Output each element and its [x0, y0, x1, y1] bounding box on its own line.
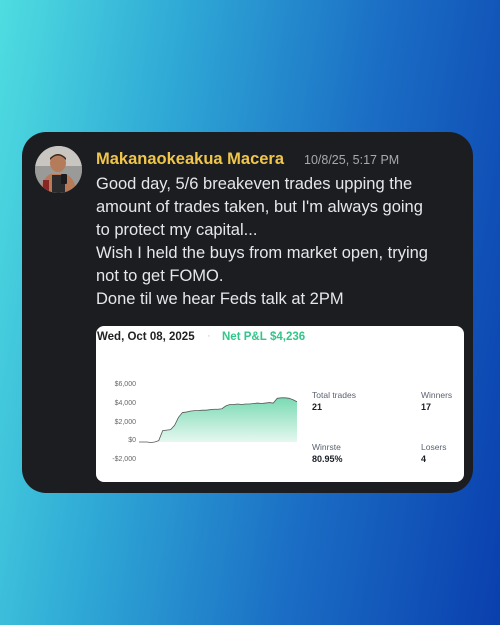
message-line: Wish I held the buys from market open, t…	[96, 244, 428, 262]
message-line: Good day, 5/6 breakeven trades upping th…	[96, 175, 413, 193]
timestamp: 10/8/25, 5:17 PM	[304, 153, 400, 167]
winners-label: Winners	[421, 390, 453, 400]
cumulative-pnl-chart	[139, 397, 298, 443]
losers-label: Losers	[421, 442, 447, 452]
message-body: Good day, 5/6 breakeven trades upping th…	[96, 173, 471, 311]
y-tick-label: $6,000	[114, 381, 136, 388]
pnl-screenshot-attachment[interactable]: Wed, Oct 08, 2025 · Net P&L $4,236 $6,00…	[96, 326, 464, 482]
winrate-label: Winrste	[312, 442, 341, 452]
message-line: amount of trades taken, but I'm always g…	[96, 198, 423, 216]
winrate-value: 80.95%	[312, 454, 343, 464]
message-line: to protect my capital...	[96, 221, 258, 239]
losers-value: 4	[421, 454, 427, 464]
y-tick-label: $0	[128, 437, 136, 444]
total-trades-value: 21	[312, 402, 323, 412]
avatar-photo	[35, 146, 82, 193]
separator-dot: ·	[207, 330, 211, 342]
winners-value: 17	[421, 402, 432, 412]
net-pnl-value: $4,236	[270, 331, 306, 343]
user-avatar[interactable]	[35, 146, 82, 193]
y-tick-label: -$2,000	[112, 456, 136, 463]
username[interactable]: Makanaokeakua Macera	[96, 150, 284, 169]
net-pnl-label: Net P&L	[222, 331, 267, 343]
total-trades-label: Total trades	[312, 390, 356, 400]
message-line: Done til we hear Feds talk at 2PM	[96, 290, 344, 308]
message-line: not to get FOMO.	[96, 267, 224, 285]
y-tick-label: $4,000	[114, 400, 136, 407]
y-tick-label: $2,000	[114, 419, 136, 426]
pnl-area-fill	[139, 397, 297, 443]
report-date: Wed, Oct 08, 2025	[97, 331, 195, 343]
